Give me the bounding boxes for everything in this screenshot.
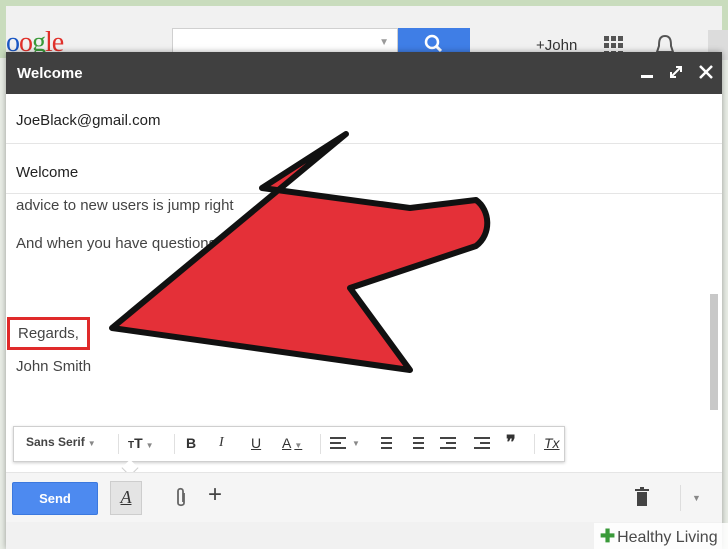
watermark: ✚ Healthy Living (594, 523, 728, 549)
plus-icon: ✚ (600, 526, 616, 546)
red-arrow-icon (109, 131, 491, 373)
watermark-text: Healthy Living (617, 529, 718, 546)
